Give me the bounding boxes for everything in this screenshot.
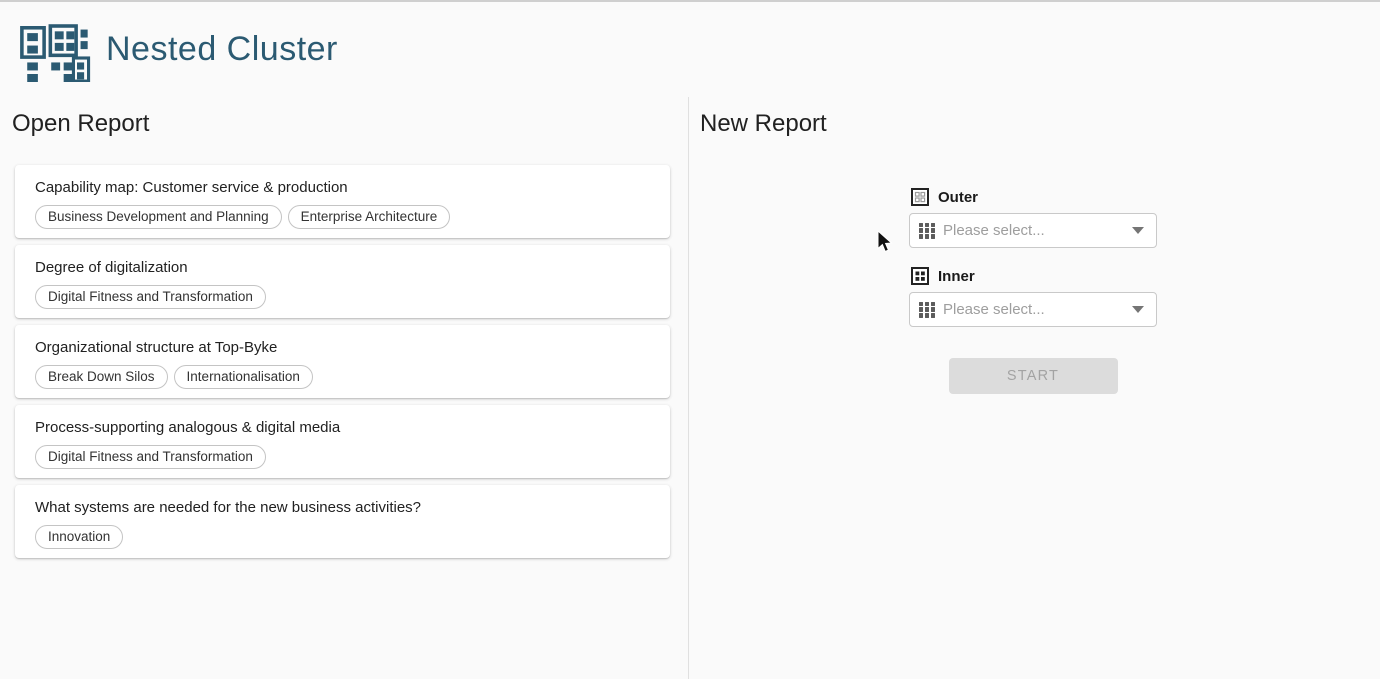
report-title: Capability map: Customer service & produ… (35, 179, 650, 196)
report-tags: Business Development and Planning Enterp… (35, 205, 650, 229)
report-tag-chip: Digital Fitness and Transformation (35, 445, 266, 469)
inner-squares-icon (911, 267, 929, 285)
outer-field-label: Outer (938, 189, 978, 206)
report-title: Degree of digitalization (35, 259, 650, 276)
report-tags: Innovation (35, 525, 650, 549)
report-tag-chip: Internationalisation (174, 365, 313, 389)
main-area: Open Report Capability map: Customer ser… (0, 97, 1380, 679)
outer-squares-icon (911, 188, 929, 206)
report-card[interactable]: Organizational structure at Top-Byke Bre… (15, 325, 670, 398)
outer-select[interactable]: Please select... (909, 213, 1157, 248)
report-tags: Digital Fitness and Transformation (35, 445, 650, 469)
report-tag-chip: Enterprise Architecture (288, 205, 451, 229)
inner-field-label: Inner (938, 268, 975, 285)
report-tag-chip: Break Down Silos (35, 365, 168, 389)
chevron-down-icon (1132, 227, 1144, 234)
new-report-panel: New Report Outer Please select... (689, 97, 1380, 679)
report-card[interactable]: What systems are needed for the new busi… (15, 485, 670, 558)
inner-select-placeholder: Please select... (943, 301, 1132, 318)
report-tag-chip: Business Development and Planning (35, 205, 282, 229)
report-title: Organizational structure at Top-Byke (35, 339, 650, 356)
new-report-form: Outer Please select... Inner (909, 188, 1157, 394)
start-button[interactable]: START (949, 358, 1118, 394)
grid-icon (919, 223, 935, 239)
open-report-heading: Open Report (12, 110, 670, 138)
open-report-panel: Open Report Capability map: Customer ser… (0, 97, 689, 679)
report-tags: Break Down Silos Internationalisation (35, 365, 650, 389)
inner-select[interactable]: Please select... (909, 292, 1157, 327)
report-tags: Digital Fitness and Transformation (35, 285, 650, 309)
report-card[interactable]: Process-supporting analogous & digital m… (15, 405, 670, 478)
grid-icon (919, 302, 935, 318)
app-title: Nested Cluster (106, 30, 338, 69)
report-title: Process-supporting analogous & digital m… (35, 419, 650, 436)
report-card[interactable]: Degree of digitalization Digital Fitness… (15, 245, 670, 318)
app-root: { "app": { "title": "Nested Cluster" }, … (0, 0, 1380, 679)
outer-select-placeholder: Please select... (943, 222, 1132, 239)
report-tag-chip: Innovation (35, 525, 123, 549)
report-tag-chip: Digital Fitness and Transformation (35, 285, 266, 309)
report-card[interactable]: Capability map: Customer service & produ… (15, 165, 670, 238)
app-header: Nested Cluster (0, 2, 1380, 97)
outer-field-label-row: Outer (911, 188, 1157, 206)
nested-cluster-logo-icon (14, 18, 92, 82)
inner-field-label-row: Inner (911, 267, 1157, 285)
report-title: What systems are needed for the new busi… (35, 499, 650, 516)
report-list: Capability map: Customer service & produ… (15, 165, 670, 558)
chevron-down-icon (1132, 306, 1144, 313)
new-report-heading: New Report (700, 110, 1380, 138)
